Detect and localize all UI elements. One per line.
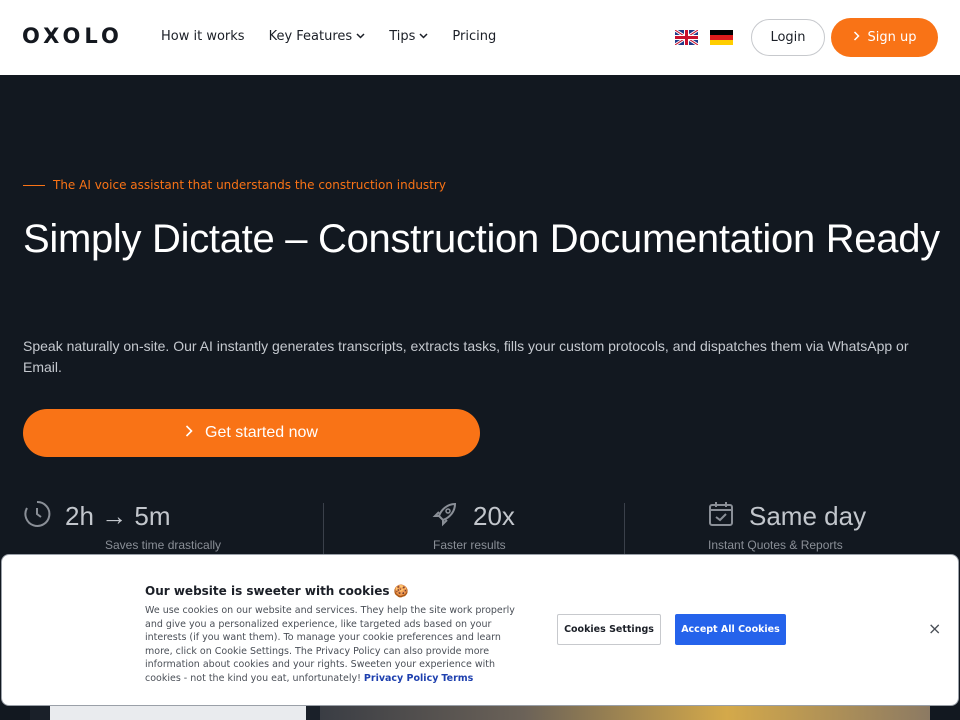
stat-label: Instant Quotes & Reports bbox=[708, 538, 843, 552]
signup-button[interactable]: Sign up bbox=[831, 18, 938, 57]
stat-same-day: Same day Instant Quotes & Reports bbox=[707, 500, 867, 553]
stat-faster: 20x Faster results bbox=[431, 500, 515, 552]
stat-label: Faster results bbox=[433, 538, 506, 552]
clock-icon bbox=[23, 500, 51, 532]
signup-label: Sign up bbox=[867, 30, 917, 45]
close-icon[interactable]: × bbox=[928, 619, 941, 638]
cookie-banner: Our website is sweeter with cookies 🍪 We… bbox=[1, 554, 959, 706]
cookie-title: Our website is sweeter with cookies 🍪 bbox=[145, 584, 409, 598]
stat-label: Saves time drastically bbox=[105, 538, 222, 552]
stat-divider bbox=[323, 503, 324, 555]
nav-pricing[interactable]: Pricing bbox=[452, 29, 496, 44]
stat-divider bbox=[624, 503, 625, 555]
login-button[interactable]: Login bbox=[751, 19, 825, 56]
nav-label: Pricing bbox=[452, 29, 497, 44]
cookies-settings-button[interactable]: Cookies Settings bbox=[557, 614, 661, 645]
chevron-right-icon bbox=[185, 424, 193, 442]
nav-key-features[interactable]: Key Features bbox=[269, 29, 366, 44]
uk-flag-icon[interactable] bbox=[675, 30, 698, 45]
stat-value: 2h → 5m bbox=[65, 500, 171, 531]
nav-label: Key Features bbox=[268, 29, 353, 44]
stat-value: Same day bbox=[749, 500, 867, 531]
calendar-check-icon bbox=[707, 500, 735, 532]
eyebrow-line bbox=[23, 184, 45, 186]
eyebrow-text: The AI voice assistant that understands … bbox=[53, 178, 446, 192]
main-nav: How it works Key Features Tips Pricing bbox=[161, 29, 520, 44]
nav-label: Tips bbox=[389, 29, 416, 44]
site-header: OXOLO How it works Key Features Tips Pri… bbox=[0, 0, 960, 75]
logo[interactable]: OXOLO bbox=[22, 24, 123, 48]
stat-value: 20x bbox=[473, 500, 515, 531]
stat-time-saved: 2h → 5m Saves time drastically bbox=[23, 500, 221, 552]
german-flag-icon[interactable] bbox=[710, 30, 733, 45]
nav-how-it-works[interactable]: How it works bbox=[161, 29, 245, 44]
chevron-down-icon bbox=[419, 32, 428, 42]
hero-title: Simply Dictate – Construction Documentat… bbox=[23, 217, 940, 261]
chevron-right-icon bbox=[853, 30, 860, 45]
get-started-button[interactable]: Get started now bbox=[23, 409, 480, 457]
cta-label: Get started now bbox=[205, 424, 318, 441]
cookie-text: We use cookies on our website and servic… bbox=[145, 604, 527, 686]
hero-subtitle: Speak naturally on-site. Our AI instantl… bbox=[23, 338, 909, 375]
accept-all-cookies-button[interactable]: Accept All Cookies bbox=[675, 614, 786, 645]
terms-link[interactable]: Terms bbox=[441, 673, 473, 684]
nav-label: How it works bbox=[161, 29, 245, 44]
chevron-down-icon bbox=[356, 32, 365, 42]
privacy-policy-link[interactable]: Privacy Policy bbox=[364, 673, 438, 684]
rocket-icon bbox=[431, 500, 459, 532]
nav-tips[interactable]: Tips bbox=[389, 29, 428, 44]
hero-eyebrow: The AI voice assistant that understands … bbox=[23, 178, 446, 192]
